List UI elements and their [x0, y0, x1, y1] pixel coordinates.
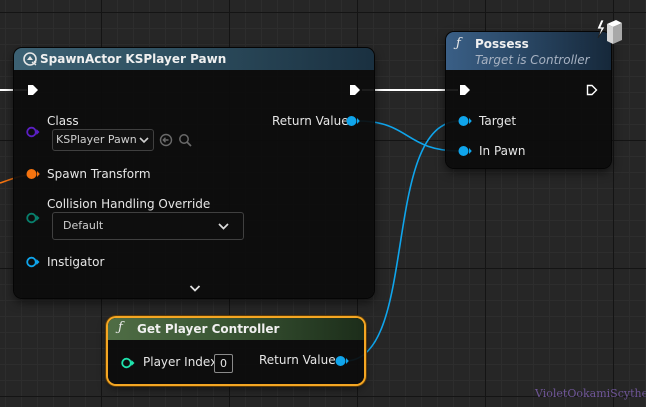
spawn-exec-out-pin[interactable]	[349, 84, 361, 96]
spawn-transform-pin[interactable]	[26, 168, 40, 180]
class-label: Class	[47, 114, 79, 128]
function-icon: ƒ	[456, 36, 461, 51]
get-player-controller-title: Get Player Controller	[137, 322, 280, 336]
spawn-actor-header[interactable]: SpawnActor KSPlayer Pawn	[14, 48, 374, 70]
possess-header[interactable]: ƒ Possess Target is Controller	[446, 32, 611, 70]
target-label: Target	[479, 114, 517, 128]
controller-return-label: Return Value	[259, 353, 336, 367]
instigator-pin[interactable]	[26, 256, 40, 268]
spawn-actor-icon	[23, 52, 37, 66]
possess-exec-out-pin[interactable]	[586, 84, 598, 96]
possess-exec-in-pin[interactable]	[459, 84, 471, 96]
possess-node[interactable]: ƒ Possess Target is Controller Target In…	[446, 32, 611, 168]
return-value-pin[interactable]	[346, 115, 360, 127]
class-dropdown[interactable]: KSPlayer Pawn	[52, 129, 154, 151]
player-index-input[interactable]: 0	[214, 354, 233, 373]
get-player-controller-node[interactable]: ƒ Get Player Controller Player Index 0 R…	[108, 318, 364, 384]
player-index-pin[interactable]	[121, 357, 135, 369]
spawn-transform-label: Spawn Transform	[47, 167, 151, 181]
function-icon: ƒ	[118, 320, 123, 335]
collision-pin[interactable]	[26, 212, 40, 224]
collision-label: Collision Handling Override	[47, 197, 211, 211]
controller-return-pin[interactable]	[335, 355, 349, 367]
possess-subtitle: Target is Controller	[475, 53, 590, 67]
watermark: VioletOokamiScythe	[535, 387, 646, 400]
player-index-value: 0	[220, 357, 227, 370]
expand-chevron-icon[interactable]	[189, 284, 201, 293]
spawn-actor-node[interactable]: SpawnActor KSPlayer Pawn Class KSPlayer …	[14, 48, 374, 298]
in-pawn-label: In Pawn	[479, 144, 526, 158]
spawn-actor-title: SpawnActor KSPlayer Pawn	[40, 52, 227, 66]
instigator-label: Instigator	[47, 255, 105, 269]
class-pin[interactable]	[26, 126, 40, 138]
spawn-exec-in-pin[interactable]	[27, 84, 39, 96]
target-pin[interactable]	[458, 115, 472, 127]
browse-search-icon[interactable]	[178, 133, 192, 147]
class-dropdown-value: KSPlayer Pawn	[56, 133, 137, 146]
chevron-down-icon	[218, 223, 229, 230]
chevron-down-icon	[139, 137, 149, 144]
authority-icon	[596, 19, 622, 44]
collision-dropdown-value: Default	[63, 219, 104, 232]
player-index-label: Player Index	[143, 355, 218, 369]
collision-dropdown[interactable]: Default	[52, 212, 244, 240]
possess-title: Possess	[475, 37, 529, 51]
return-value-label: Return Value	[272, 114, 349, 128]
use-selected-icon[interactable]	[159, 133, 173, 147]
in-pawn-pin[interactable]	[458, 145, 472, 157]
get-player-controller-header[interactable]: ƒ Get Player Controller	[108, 318, 364, 340]
